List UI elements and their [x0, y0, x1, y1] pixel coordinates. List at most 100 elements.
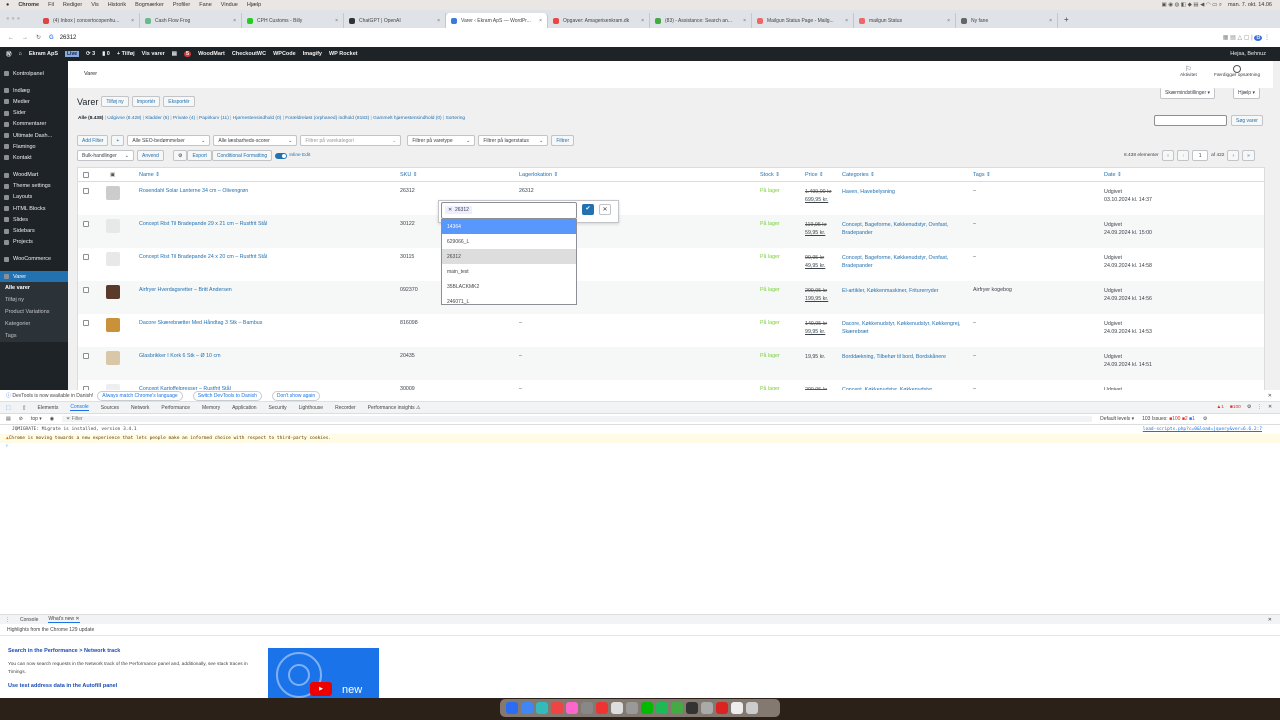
categories-cell[interactable]: Haven, Havebelysning — [842, 188, 967, 196]
devtools-tab-security[interactable]: Security — [269, 405, 287, 411]
dock-app-icon[interactable] — [641, 702, 653, 714]
dock-app-icon[interactable] — [566, 702, 578, 714]
view-filter-link[interactable]: Papirkurv (11) — [199, 116, 229, 121]
row-checkbox[interactable] — [83, 221, 89, 227]
updates-link[interactable]: ⟳ 3 — [86, 51, 95, 57]
dock-app-icon[interactable] — [701, 702, 713, 714]
product-name-link[interactable]: Rosendahl Solar Lanterne 34 cm – Oliveng… — [139, 188, 248, 194]
row-checkbox[interactable] — [83, 320, 89, 326]
sidebar-item-flamingo[interactable]: Flamingo — [0, 141, 68, 152]
add-new-button[interactable]: Tilføj ny — [101, 96, 129, 107]
conditional-formatting-button[interactable]: Conditional Formatting — [211, 150, 273, 161]
location-option[interactable]: 35BLACKMK2 — [442, 279, 576, 294]
close-tab-icon[interactable]: × — [641, 18, 644, 24]
toggle-switch[interactable] — [275, 152, 288, 159]
clock[interactable]: man. 7. okt. 14.06 — [1228, 2, 1272, 8]
sidebar-item-medier[interactable]: Medier — [0, 96, 68, 107]
categories-cell[interactable]: Borddækning, Tilbehør til bord, Bordskån… — [842, 353, 967, 361]
col-name[interactable]: Name ⇕ — [139, 172, 160, 178]
add-filter-button[interactable]: Add Filter — [77, 135, 109, 146]
menu-vis[interactable]: Vis — [91, 2, 99, 8]
apply-button[interactable]: Anvend — [137, 150, 164, 161]
menu-bogmaerker[interactable]: Bogmærker — [135, 2, 164, 8]
remove-chip-icon[interactable]: ✕ — [448, 207, 452, 213]
submenu-item[interactable]: Kategorier — [0, 318, 68, 331]
dock-app-icon[interactable] — [596, 702, 608, 714]
menu-hjaelp[interactable]: Hjælp — [247, 2, 261, 8]
sku-cell[interactable]: 30115 — [400, 254, 414, 260]
dock-app-icon[interactable] — [536, 702, 548, 714]
categories-cell[interactable]: Concept, Bageforme, Køkkenudstyr, Ovnfas… — [842, 221, 967, 237]
dock-app-icon[interactable] — [686, 702, 698, 714]
browser-tab[interactable]: Varer ‹ Ekram ApS — WordPr... × — [446, 13, 548, 28]
imagify-link[interactable]: Imagify — [303, 51, 322, 57]
product-name-link[interactable]: Dacore Skærebrætter Med Håndtag 3 Stk – … — [139, 320, 262, 326]
notification-badge[interactable]: 5 — [184, 51, 192, 57]
devtools-tab-performance[interactable]: Performance — [161, 405, 190, 411]
export-button[interactable]: Eksportér — [163, 96, 195, 107]
col-categories[interactable]: Categories ⇕ — [842, 172, 875, 178]
devtools-tab-lighthouse[interactable]: Lighthouse — [299, 405, 323, 411]
close-devtools-icon[interactable]: ✕ — [1268, 405, 1272, 410]
sidebar-item-html-blocks[interactable]: HTML Blocks — [0, 203, 68, 214]
close-tab-icon[interactable]: × — [947, 18, 950, 24]
console-settings-icon[interactable]: ⚙ — [1203, 416, 1207, 422]
browser-tab[interactable]: Opgaver: Amagerisenkram.dk × — [548, 13, 650, 28]
sidebar-item-sider[interactable]: Sider — [0, 108, 68, 119]
sidebar-item-sidebars[interactable]: Sidebars — [0, 225, 68, 236]
col-stock[interactable]: Stock ⇕ — [760, 172, 780, 178]
col-location[interactable]: Lagerlokation ⇕ — [519, 172, 558, 178]
issues-link[interactable]: 103 Issues: ■100 ■2 ■1 — [1142, 416, 1195, 422]
plugin-icon[interactable]: ▤ — [172, 51, 177, 57]
stock-filter-select[interactable]: Filtrer på lagerstatus ⌄ — [478, 135, 549, 146]
console-prompt[interactable]: › — [0, 443, 1280, 449]
wp-rocket-link[interactable]: WP Rocket — [329, 51, 358, 57]
browser-tab[interactable]: Mailgun Status Page - Mailg... × — [752, 13, 854, 28]
sidebar-item-kontakt[interactable]: Kontakt — [0, 152, 68, 163]
dont-show-again-button[interactable]: Don't show again — [271, 390, 321, 401]
search-input[interactable] — [1154, 115, 1227, 126]
menu-profiler[interactable]: Profiler — [173, 2, 190, 8]
sidebar-item-projects[interactable]: Projects — [0, 237, 68, 248]
tags-cell[interactable]: – — [973, 188, 976, 194]
extensions-icons[interactable]: ▦ ▤ △ ▢ | B ⋮ — [1223, 34, 1270, 41]
tags-cell[interactable]: – — [973, 221, 976, 227]
page-scrollbar[interactable] — [1273, 61, 1280, 390]
reload-icon[interactable]: ↻ — [36, 34, 41, 41]
devtools-tab-performance-insights-[interactable]: Performance insights ⚠ — [368, 405, 421, 411]
location-option[interactable]: 629066_L — [442, 234, 576, 249]
sidebar-item-layouts[interactable]: Layouts — [0, 192, 68, 203]
price-cell[interactable]: 1.499,00 kr 699,95 kr. — [805, 188, 832, 204]
product-thumbnail[interactable] — [106, 318, 120, 332]
view-filter-link[interactable]: Kladder (6) — [145, 116, 169, 121]
close-tab-icon[interactable]: × — [233, 18, 236, 24]
menu-fil[interactable]: Fil — [48, 2, 54, 8]
dock-app-icon[interactable] — [506, 702, 518, 714]
close-tab-icon[interactable]: × — [335, 18, 338, 24]
filter-input[interactable]: ⏷ Filter — [62, 416, 1093, 422]
whats-new-video-thumbnail[interactable]: ▶ new — [268, 648, 379, 698]
view-filter-link[interactable]: Sortering — [446, 116, 465, 121]
close-tab-icon[interactable]: × — [743, 18, 746, 24]
col-tags[interactable]: Tags ⇕ — [973, 172, 991, 178]
menu-chrome[interactable]: Chrome — [18, 2, 39, 8]
sku-cell[interactable]: 20435 — [400, 353, 415, 359]
news-title-2[interactable]: Use test address data in the Autofill pa… — [8, 683, 117, 689]
dock-app-icon[interactable] — [716, 702, 728, 714]
cancel-button[interactable]: ✕ — [599, 204, 611, 215]
location-option[interactable]: 26312 — [442, 249, 576, 264]
more-icon[interactable]: ⋮ — [1257, 405, 1262, 410]
price-cell[interactable]: 299,95 kr 199,95 kr. — [805, 287, 828, 303]
export-csv-button[interactable]: Export — [187, 150, 212, 161]
omnibox-value[interactable]: 26312 — [60, 35, 77, 41]
location-cell[interactable]: – — [519, 320, 522, 326]
select-all-checkbox[interactable] — [83, 172, 89, 178]
devtools-tab-sources[interactable]: Sources — [101, 405, 119, 411]
prev-page-button[interactable]: ‹ — [1177, 150, 1190, 161]
warning-count[interactable]: ▲1 — [1217, 405, 1224, 410]
price-cell[interactable]: 99,95 kr 49,95 kr. — [805, 254, 825, 270]
sidebar-item-ultimate-dash-[interactable]: Ultimate Dash... — [0, 130, 68, 141]
sidebar-item-kontrolpanel[interactable]: Kontrolpanel — [0, 68, 68, 79]
close-tab-icon[interactable]: × — [131, 18, 134, 24]
menu-rediger[interactable]: Rediger — [63, 2, 82, 8]
